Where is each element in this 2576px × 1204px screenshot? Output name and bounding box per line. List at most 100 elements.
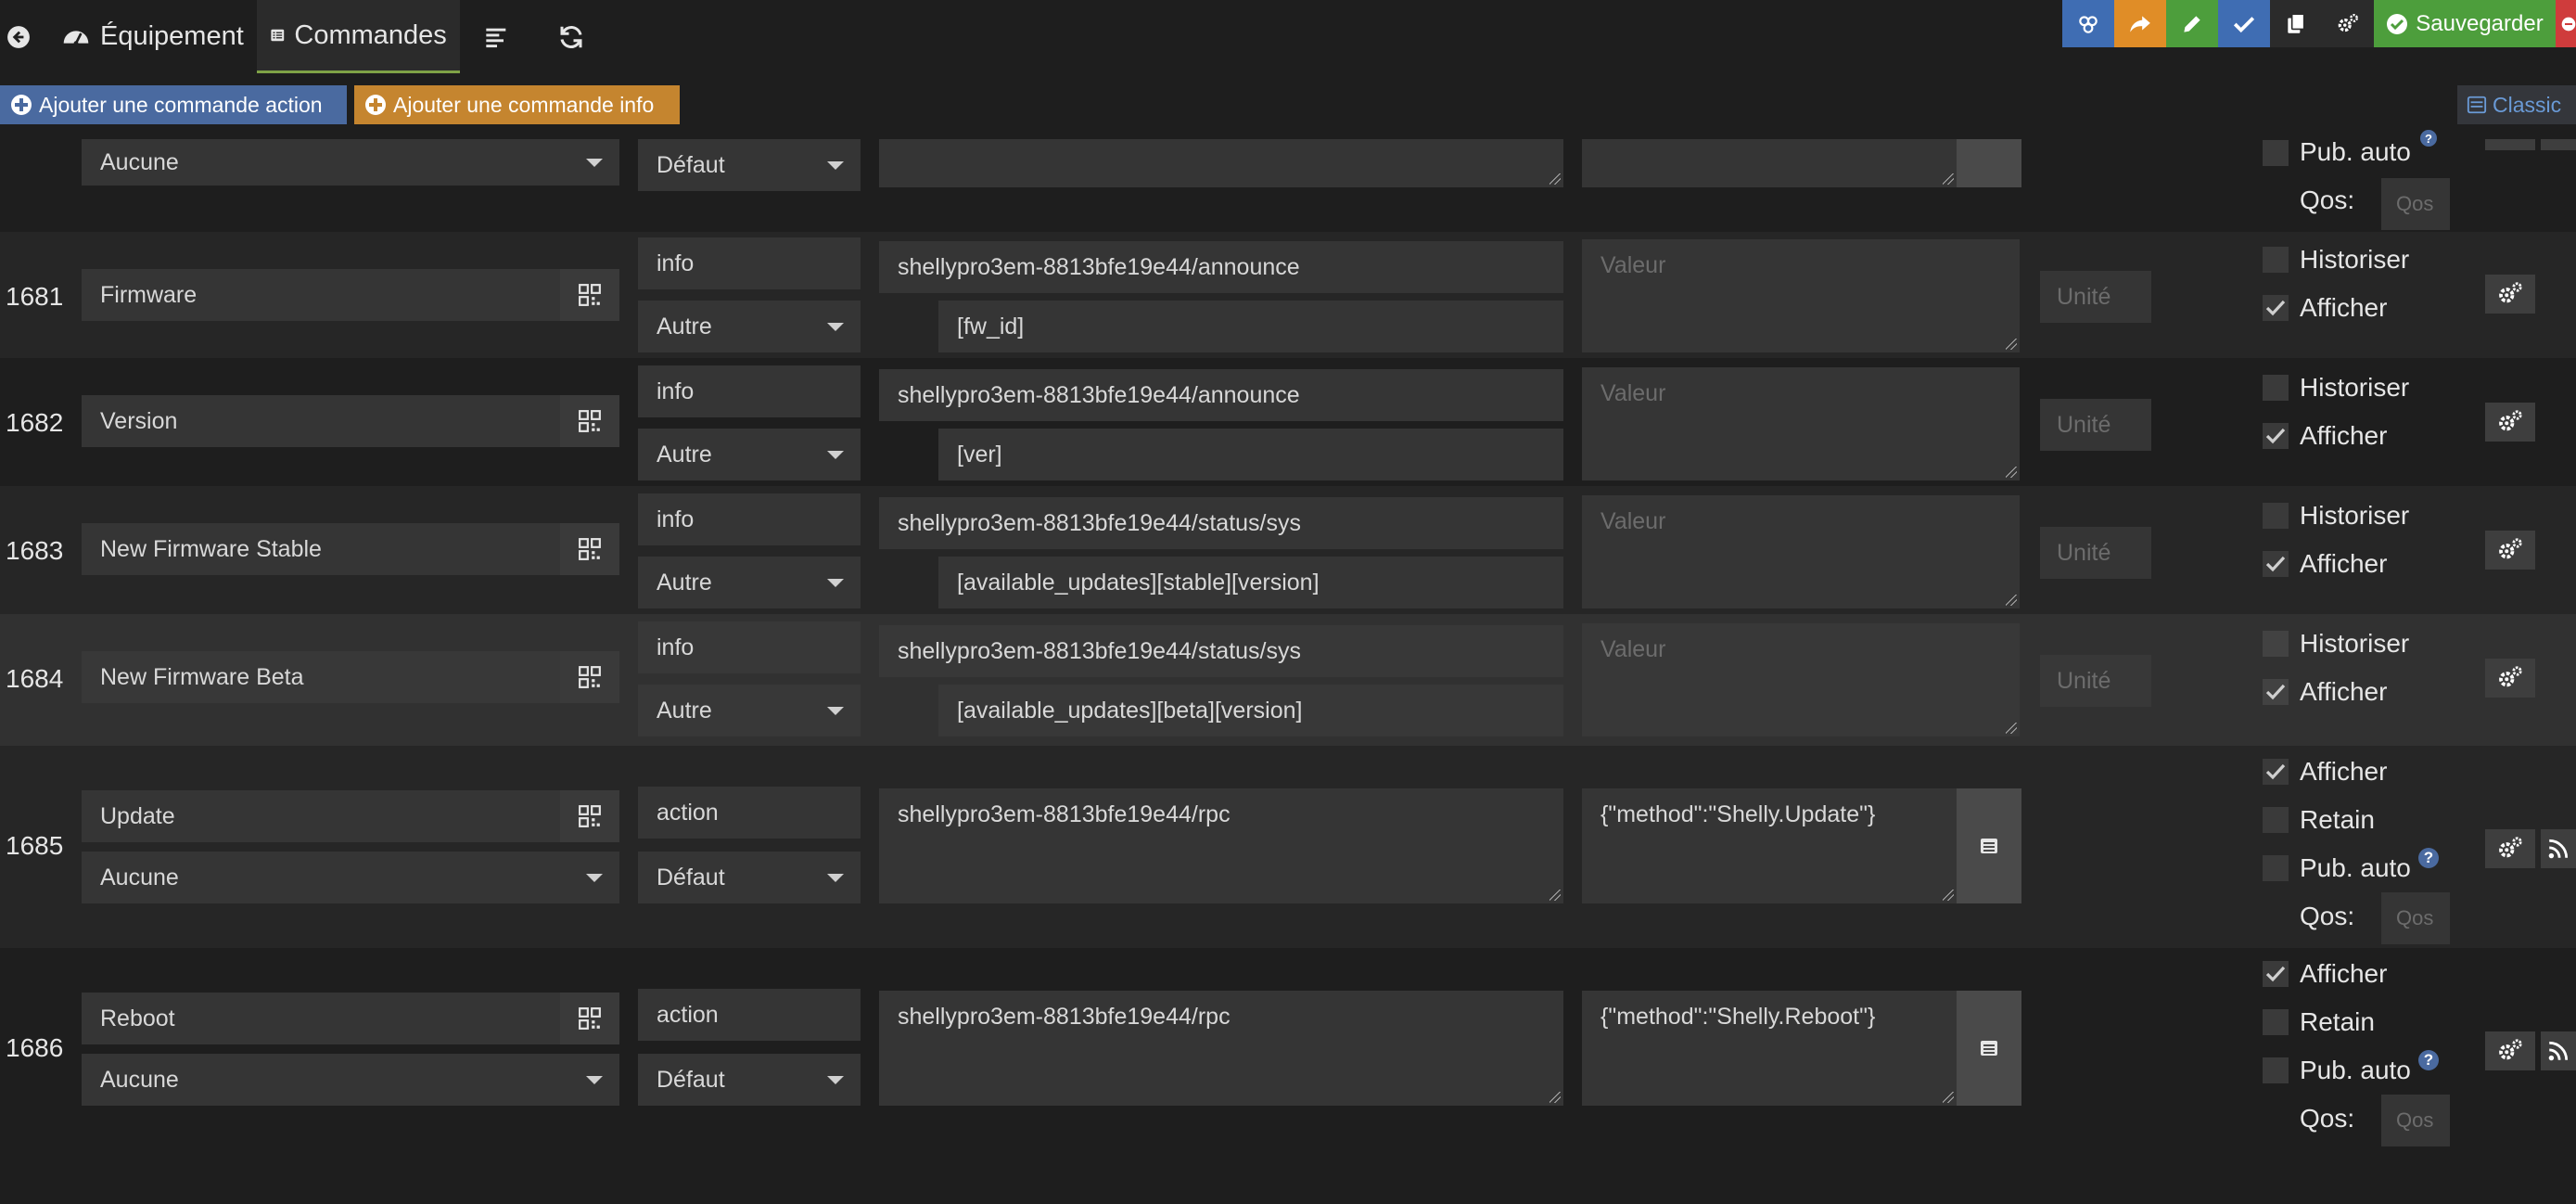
afficher-checkbox[interactable] [2263,759,2289,785]
pub-auto-checkbox[interactable] [2263,855,2289,881]
icon-picker-button[interactable] [560,790,619,842]
delete-button[interactable] [2556,0,2576,47]
pub-auto-checkbox[interactable] [2263,140,2289,166]
command-type-select[interactable]: info [638,621,861,673]
icon-picker-button[interactable] [560,395,619,447]
command-type-select[interactable]: action [638,989,861,1041]
tab-align[interactable] [460,0,534,73]
historiser-checkbox[interactable] [2263,503,2289,529]
copy-button[interactable] [2270,0,2322,47]
retain-checkbox[interactable] [2263,807,2289,833]
afficher-checkbox[interactable] [2263,295,2289,321]
help-icon[interactable]: ? [2418,1050,2439,1070]
json-path-input[interactable]: [fw_id] [938,301,1563,352]
afficher-checkbox[interactable] [2263,679,2289,705]
afficher-checkbox[interactable] [2263,961,2289,987]
tab-equipement[interactable]: Équipement [37,0,257,73]
save-button[interactable]: Sauvegarder [2374,0,2556,47]
afficher-checkbox[interactable] [2263,551,2289,577]
config-gear-button[interactable] [2485,829,2535,868]
topic-textarea[interactable]: shellypro3em-8813bfe19e44/rpc [879,788,1563,903]
config-gear-button[interactable] [2485,275,2535,314]
command-subtype-select[interactable]: Autre [638,557,861,608]
help-icon[interactable]: ? [2418,848,2439,868]
back-button[interactable] [0,0,37,73]
json-path-input[interactable]: [ver] [938,429,1563,480]
value-textarea[interactable]: Valeur [1582,367,2020,480]
qos-input[interactable]: Qos [2381,892,2450,944]
config-gear-button[interactable] [2485,1031,2535,1070]
rss-button[interactable] [2541,829,2576,868]
config-gear-button[interactable] [2485,403,2535,442]
rename-button[interactable] [2166,0,2218,47]
icon-picker-button[interactable] [560,651,619,703]
add-info-command-button[interactable]: Ajouter une commande info [354,85,680,124]
unit-input[interactable]: Unité [2040,527,2151,579]
icon-picker-button[interactable] [560,993,619,1044]
qos-input[interactable]: Qos [2381,178,2450,230]
command-subtype-select[interactable]: Défaut [638,852,861,903]
command-subtype-select[interactable]: Défaut [638,1054,861,1106]
command-type-select[interactable]: info [638,237,861,289]
topic-input[interactable]: shellypro3em-8813bfe19e44/announce [879,369,1563,421]
generic-subtype-select[interactable]: Aucune [82,852,619,903]
command-name-input[interactable]: Firmware [82,269,560,321]
command-name-input[interactable]: New Firmware Stable [82,523,560,575]
historiser-checkbox[interactable] [2263,375,2289,401]
retain-checkbox[interactable] [2263,1009,2289,1035]
config-button[interactable] [2322,0,2374,47]
classic-view-button[interactable]: Classic [2457,85,2576,124]
command-type-select[interactable]: info [638,493,861,545]
generic-type-select[interactable]: Défaut [638,139,861,191]
add-action-command-button[interactable]: Ajouter une commande action [0,85,347,124]
rss-button[interactable] [2541,1031,2576,1070]
topic-input[interactable]: shellypro3em-8813bfe19e44/announce [879,241,1563,293]
command-name-input[interactable]: Update [82,790,560,842]
unit-input[interactable]: Unité [2040,399,2151,451]
generic-subtype-select[interactable]: Aucune [82,1054,619,1106]
share-button[interactable] [2114,0,2166,47]
command-name-input[interactable]: New Firmware Beta [82,651,560,703]
json-path-input[interactable]: [available_updates][stable][version] [938,557,1563,608]
icon-picker-button[interactable] [560,269,619,321]
list-button[interactable] [1957,139,2021,187]
tab-commandes[interactable]: Commandes [256,0,460,73]
value-textarea[interactable] [1582,139,1957,187]
command-type-select[interactable]: action [638,787,861,839]
command-subtype-select[interactable]: Autre [638,429,861,480]
subtype-select[interactable]: Aucune [82,139,619,186]
topic-textarea[interactable]: shellypro3em-8813bfe19e44/rpc [879,991,1563,1106]
afficher-checkbox[interactable] [2263,423,2289,449]
config-gear-button[interactable] [2485,139,2535,150]
payload-textarea[interactable]: {"method":"Shelly.Update"} [1582,788,1957,903]
historiser-checkbox[interactable] [2263,247,2289,273]
payload-list-button[interactable] [1957,788,2021,903]
refresh-button[interactable] [534,0,608,73]
topic-textarea[interactable] [879,139,1563,187]
topic-input[interactable]: shellypro3em-8813bfe19e44/status/sys [879,625,1563,677]
command-name-input[interactable]: Version [82,395,560,447]
rss-button[interactable] [2541,139,2576,150]
template-button[interactable] [2062,0,2114,47]
config-gear-button[interactable] [2485,531,2535,570]
value-textarea[interactable]: Valeur [1582,623,2020,736]
unit-input[interactable]: Unité [2040,655,2151,707]
pub-auto-checkbox[interactable] [2263,1057,2289,1083]
command-subtype-select[interactable]: Autre [638,301,861,352]
payload-textarea[interactable]: {"method":"Shelly.Reboot"} [1582,991,1957,1106]
command-subtype-select[interactable]: Autre [638,685,861,736]
unit-input[interactable]: Unité [2040,271,2151,323]
qos-input[interactable]: Qos [2381,1095,2450,1146]
config-gear-button[interactable] [2485,659,2535,698]
topic-input[interactable]: shellypro3em-8813bfe19e44/status/sys [879,497,1563,549]
value-textarea[interactable]: Valeur [1582,239,2020,352]
payload-list-button[interactable] [1957,991,2021,1106]
icon-picker-button[interactable] [560,523,619,575]
command-name-input[interactable]: Reboot [82,993,560,1044]
value-textarea[interactable]: Valeur [1582,495,2020,608]
command-type-select[interactable]: info [638,365,861,417]
json-path-input[interactable]: [available_updates][beta][version] [938,685,1563,736]
help-icon[interactable]: ? [2420,130,2437,147]
historiser-checkbox[interactable] [2263,631,2289,657]
check-button[interactable] [2218,0,2270,47]
